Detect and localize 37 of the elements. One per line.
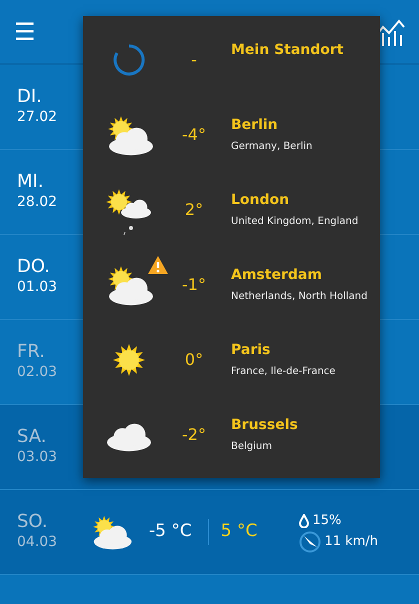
location-name[interactable]: Brussels [231, 415, 298, 436]
date-label: 27.02 [17, 108, 58, 128]
date-label: 04.03 [17, 533, 58, 552]
date-label: 03.03 [17, 448, 58, 468]
location-region: Germany, Berlin [231, 140, 312, 154]
temperature: -4° [181, 124, 207, 146]
day-label: DI. [17, 86, 43, 108]
temperature: 0° [184, 348, 204, 370]
temperature: - [190, 48, 198, 70]
location-region: Netherlands, North Holland [231, 290, 368, 304]
day-label: MI. [17, 170, 45, 192]
location-region: Belgium [231, 440, 273, 454]
drop-icon [298, 514, 308, 528]
temperature: 2° [184, 198, 204, 220]
location-name[interactable]: Paris [231, 340, 336, 361]
location-name[interactable]: London [231, 190, 358, 211]
day-label: SO. [17, 510, 49, 532]
day-label: FR. [17, 340, 46, 362]
location-name[interactable]: Mein Standort [231, 40, 344, 61]
location-region: United Kingdom, England [231, 215, 358, 229]
location-region: France, Ile-de-France [231, 365, 336, 379]
wind-speed: 11 km/h [324, 533, 378, 551]
rain-chance: 15% [312, 512, 342, 530]
temperature: -2° [181, 424, 207, 446]
warning-icon [147, 254, 169, 274]
high-temperature: 5 °C [208, 519, 258, 545]
day-label: SA. [17, 426, 48, 448]
low-temperature: -5 °C [149, 520, 192, 544]
day-label: DO. [17, 256, 52, 278]
date-label: 28.02 [17, 193, 58, 212]
location-name[interactable]: Berlin [231, 115, 312, 136]
location-name[interactable]: Amsterdam [231, 265, 368, 286]
wind-direction-icon [298, 530, 320, 553]
temperature: -1° [181, 274, 207, 296]
date-label: 02.03 [17, 363, 58, 382]
date-label: 01.03 [17, 278, 58, 298]
menu-button[interactable]: ☰ [14, 20, 36, 44]
